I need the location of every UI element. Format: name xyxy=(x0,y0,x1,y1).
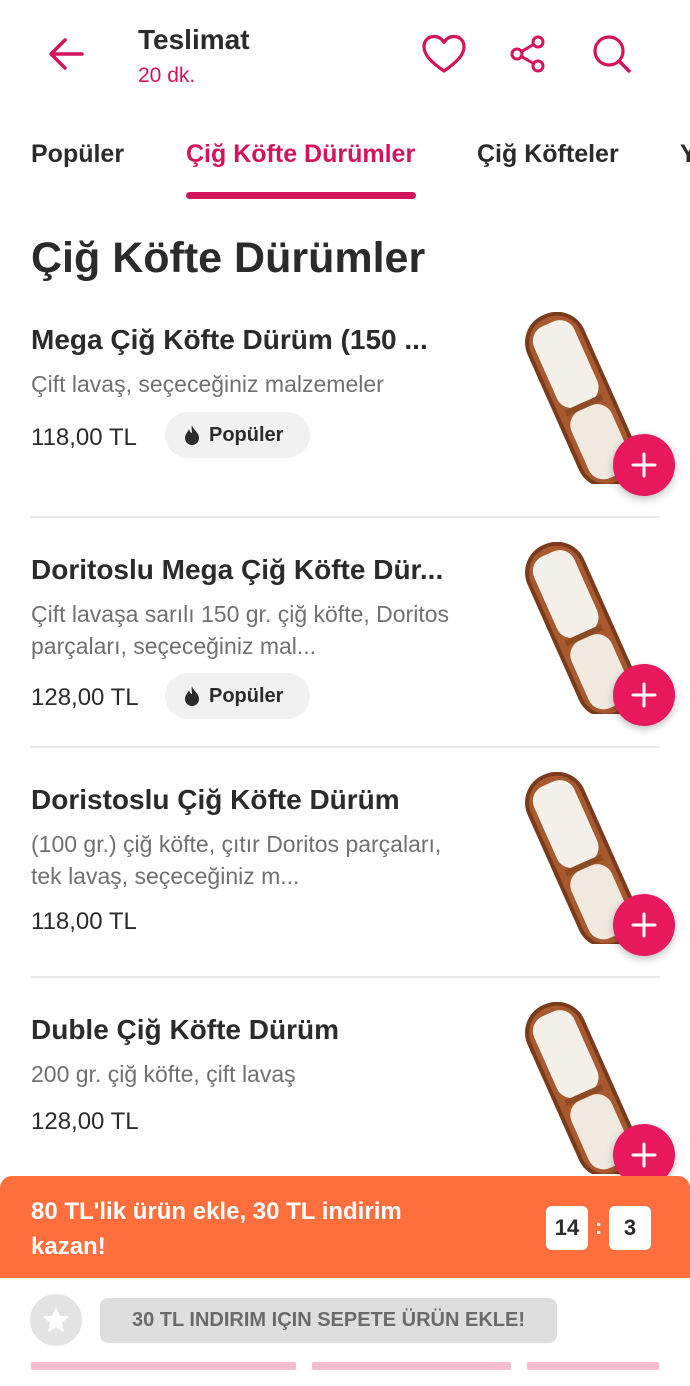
promo-text: 80 TL'lik ürün ekle, 30 TL indirim kazan… xyxy=(31,1198,402,1260)
product-item[interactable]: Doritoslu Mega Çiğ Köfte Dür... Çift lav… xyxy=(0,542,690,784)
page-title: Teslimat xyxy=(138,24,250,55)
popular-badge: Popüler xyxy=(165,412,310,458)
plus-icon xyxy=(631,452,657,478)
tab-cig-kofte-durumler[interactable]: Çiğ Köfte Dürümler xyxy=(186,140,415,169)
tab-next[interactable]: Y xyxy=(680,140,690,169)
product-price: 118,00 TL xyxy=(31,424,137,451)
product-description: (100 gr.) çiğ köfte, çıtır Doritos parça… xyxy=(31,831,442,889)
product-description: Çift lavaş, seçeceğiniz malzemeler xyxy=(31,371,384,397)
plus-icon xyxy=(631,1142,657,1168)
product-description: Çift lavaşa sarılı 150 gr. çiğ köfte, Do… xyxy=(31,601,450,659)
back-button[interactable] xyxy=(44,34,88,74)
tab-cig-kofteler[interactable]: Çiğ Köfteler xyxy=(477,140,619,169)
timer-separator: : xyxy=(595,1214,603,1239)
timer-seconds: 3 xyxy=(609,1206,651,1250)
progress-segment xyxy=(31,1362,296,1370)
search-icon xyxy=(593,35,631,73)
share-button[interactable] xyxy=(504,32,552,76)
row-divider xyxy=(31,746,660,748)
add-to-cart-button[interactable] xyxy=(613,664,675,726)
product-description: 200 gr. çiğ köfte, çift lavaş xyxy=(31,1061,296,1087)
heart-icon xyxy=(422,34,466,73)
section-title: Çiğ Köfte Dürümler xyxy=(31,234,426,282)
product-item[interactable]: Mega Çiğ Köfte Dürüm (150 ... Çift lavaş… xyxy=(0,312,690,554)
add-to-cart-button[interactable] xyxy=(613,894,675,956)
product-item[interactable]: Doristoslu Çiğ Köfte Dürüm (100 gr.) çiğ… xyxy=(0,772,690,1014)
product-price: 118,00 TL xyxy=(31,908,137,935)
promo-banner[interactable]: 80 TL'lik ürün ekle, 30 TL indirim kazan… xyxy=(0,1176,690,1278)
star-badge xyxy=(30,1294,82,1346)
app-header: Teslimat 20 dk. xyxy=(0,0,690,110)
star-icon xyxy=(43,1307,69,1332)
timer-minutes: 14 xyxy=(546,1206,588,1250)
badge-label: Popüler xyxy=(209,684,284,707)
product-price: 128,00 TL xyxy=(31,1108,139,1135)
add-to-cart-discount-button[interactable]: 30 TL INDIRIM IÇIN SEPETE ÜRÜN EKLE! xyxy=(100,1298,557,1343)
fire-icon xyxy=(185,425,199,445)
product-name: Doritoslu Mega Çiğ Köfte Dür... xyxy=(31,554,444,585)
active-tab-indicator xyxy=(186,192,416,199)
product-name: Duble Çiğ Köfte Dürüm xyxy=(31,1014,339,1045)
popular-badge: Popüler xyxy=(165,673,310,719)
tab-populer[interactable]: Popüler xyxy=(31,140,124,169)
progress-segment xyxy=(527,1362,659,1370)
row-divider xyxy=(31,516,660,518)
search-button[interactable] xyxy=(588,32,636,76)
progress-segment xyxy=(312,1362,511,1370)
category-tabs: Popüler Çiğ Köfte Dürümler Çiğ Köfteler … xyxy=(0,120,690,204)
favorite-button[interactable] xyxy=(420,32,468,76)
plus-icon xyxy=(631,912,657,938)
product-name: Doristoslu Çiğ Köfte Dürüm xyxy=(31,784,400,815)
plus-icon xyxy=(631,682,657,708)
fire-icon xyxy=(185,686,199,706)
product-price: 128,00 TL xyxy=(31,684,139,711)
row-divider xyxy=(31,976,660,978)
back-arrow-icon xyxy=(49,38,84,70)
share-icon xyxy=(510,35,545,73)
delivery-time: 20 dk. xyxy=(138,64,196,87)
product-name: Mega Çiğ Köfte Dürüm (150 ... xyxy=(31,324,428,355)
add-to-cart-button[interactable] xyxy=(613,434,675,496)
badge-label: Popüler xyxy=(209,423,284,446)
bottom-bar: 30 TL INDIRIM IÇIN SEPETE ÜRÜN EKLE! xyxy=(0,1278,690,1386)
